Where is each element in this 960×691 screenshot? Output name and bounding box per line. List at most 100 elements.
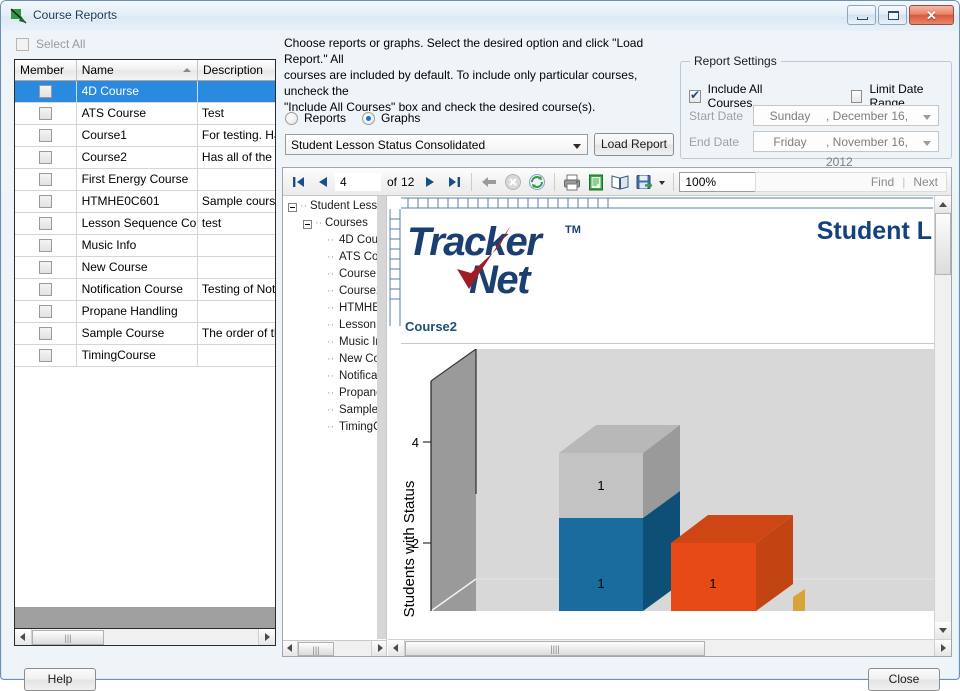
- tree-node-course-2[interactable]: ·· Course1: [283, 268, 386, 285]
- next-page-icon[interactable]: [419, 171, 441, 193]
- radio-reports[interactable]: [285, 111, 298, 125]
- vertical-ruler: [388, 196, 401, 656]
- row-member-checkbox[interactable]: [38, 305, 52, 318]
- select-all-row[interactable]: Select All: [16, 37, 85, 51]
- previous-page-icon[interactable]: [312, 171, 334, 193]
- maximize-button[interactable]: [878, 5, 907, 25]
- table-row[interactable]: Course1For testing. Has: [15, 125, 275, 147]
- table-row[interactable]: Music Info: [15, 235, 275, 257]
- of-label: of: [387, 174, 398, 189]
- table-row[interactable]: First Energy Course: [15, 169, 275, 191]
- table-row[interactable]: New Course: [15, 257, 275, 279]
- tree-node-course-8[interactable]: ·· Notificat: [283, 370, 386, 387]
- row-member-checkbox[interactable]: [38, 349, 52, 362]
- tree-vertical-scrollbar[interactable]: [377, 196, 386, 639]
- tree-node-course-0[interactable]: ·· 4D Cour: [283, 234, 386, 251]
- column-header-member[interactable]: Member: [15, 60, 77, 80]
- row-member-checkbox[interactable]: [38, 283, 52, 296]
- table-row[interactable]: Propane Handling: [15, 301, 275, 323]
- row-member-checkbox[interactable]: [38, 327, 52, 340]
- row-member-checkbox[interactable]: [38, 107, 52, 120]
- radio-graphs[interactable]: [362, 111, 376, 125]
- start-date-chevron-down-icon[interactable]: [923, 115, 931, 120]
- bar-label-2: 1: [597, 576, 604, 591]
- tree-node-course-9[interactable]: ·· Propane: [283, 387, 386, 404]
- tree-node-course-11[interactable]: ·· TimingC: [283, 421, 386, 438]
- report-horizontal-scrollbar[interactable]: ||||: [388, 639, 951, 656]
- report-scroll-left-button[interactable]: [388, 640, 405, 656]
- scroll-left-button[interactable]: [15, 629, 32, 645]
- tree-node-course-10[interactable]: ·· Sample: [283, 404, 386, 421]
- tree-node-course-6[interactable]: ·· Music In: [283, 336, 386, 353]
- export-save-icon[interactable]: [633, 171, 655, 193]
- tree-node-course-5[interactable]: ·· Lesson: [283, 319, 386, 336]
- tree-node-courses[interactable]: ·· Courses: [283, 217, 386, 234]
- column-header-name[interactable]: Name: [77, 60, 198, 80]
- column-header-description[interactable]: Description: [198, 60, 275, 80]
- close-window-button[interactable]: ✕: [909, 5, 954, 25]
- start-date-picker[interactable]: Sunday , December 16, 2012: [753, 105, 939, 143]
- tree-hscroll-thumb[interactable]: |||: [298, 641, 334, 656]
- tree-collapse-icon[interactable]: [288, 203, 297, 212]
- last-page-icon[interactable]: [443, 171, 465, 193]
- table-row[interactable]: 4D Course: [15, 81, 275, 103]
- row-member-checkbox[interactable]: [38, 129, 52, 142]
- report-hscroll-thumb[interactable]: ||||: [405, 640, 705, 656]
- print-icon[interactable]: [561, 171, 583, 193]
- table-row[interactable]: TimingCourse: [15, 345, 275, 367]
- tree-node-course-1[interactable]: ·· ATS Co: [283, 251, 386, 268]
- hscroll-thumb[interactable]: |||: [32, 629, 104, 645]
- load-report-button[interactable]: Load Report: [594, 133, 674, 156]
- tree-node-label: Sample: [339, 404, 378, 416]
- table-row[interactable]: Notification CourseTesting of Notific: [15, 279, 275, 301]
- arrow-right-icon: [378, 644, 383, 652]
- report-select-dropdown[interactable]: Student Lesson Status Consolidated: [285, 134, 588, 155]
- row-member-checkbox[interactable]: [38, 217, 52, 230]
- scroll-right-button[interactable]: [258, 629, 275, 645]
- print-layout-icon[interactable]: [609, 171, 631, 193]
- dialog-body: Select All Member Name Description 4D Co…: [2, 31, 958, 691]
- find-link[interactable]: Find: [871, 175, 894, 189]
- end-date-chevron-down-icon[interactable]: [923, 141, 931, 146]
- tree-scroll-left-button[interactable]: [283, 641, 298, 656]
- course-grid-hscrollbar[interactable]: |||: [14, 629, 276, 646]
- stop-icon[interactable]: [502, 171, 524, 193]
- row-member-checkbox[interactable]: [38, 173, 52, 186]
- table-row[interactable]: Lesson Sequence Coursetest: [15, 213, 275, 235]
- scroll-up-button[interactable]: [935, 196, 951, 213]
- row-member-checkbox[interactable]: [38, 261, 52, 274]
- select-all-checkbox[interactable]: [16, 37, 29, 51]
- table-row[interactable]: Sample CourseThe order of thes: [15, 323, 275, 345]
- row-member-checkbox[interactable]: [38, 195, 52, 208]
- tree-node-root[interactable]: ·· Student Lesson: [283, 200, 386, 217]
- tree-node-course-3[interactable]: ·· Course2: [283, 285, 386, 302]
- row-member-checkbox[interactable]: [38, 85, 52, 98]
- find-next-link[interactable]: Next: [913, 175, 938, 189]
- tree-scroll-right-button[interactable]: [371, 641, 386, 656]
- tree-connector-icon: ··: [300, 200, 308, 212]
- tree-node-course-7[interactable]: ·· New Co: [283, 353, 386, 370]
- tree-horizontal-scrollbar[interactable]: |||: [283, 640, 386, 656]
- row-member-checkbox[interactable]: [38, 239, 52, 252]
- table-row[interactable]: ATS Course Test: [15, 103, 275, 125]
- tree-collapse-icon[interactable]: [303, 220, 312, 229]
- page-setup-icon[interactable]: [585, 171, 607, 193]
- page-number-input[interactable]: 4: [335, 172, 381, 191]
- report-vertical-scrollbar[interactable]: [934, 196, 951, 639]
- refresh-icon[interactable]: [526, 171, 548, 193]
- table-row[interactable]: HTMHE0C601Sample course fo: [15, 191, 275, 213]
- report-scroll-right-button[interactable]: [934, 640, 951, 656]
- scroll-down-button[interactable]: [935, 622, 951, 639]
- export-dropdown-arrow-icon[interactable]: [657, 171, 667, 193]
- minimize-button[interactable]: [847, 5, 876, 25]
- limit-date-range-checkbox[interactable]: [850, 89, 863, 103]
- include-all-courses-checkbox[interactable]: [689, 88, 701, 103]
- end-date-picker[interactable]: Friday , November 16, 2012: [753, 131, 939, 169]
- vscroll-thumb[interactable]: [935, 213, 951, 275]
- back-icon[interactable]: [478, 171, 500, 193]
- table-row[interactable]: Course2Has all of the les: [15, 147, 275, 169]
- row-member-checkbox[interactable]: [38, 151, 52, 164]
- tree-node-course-4[interactable]: ·· HTMHE: [283, 302, 386, 319]
- first-page-icon[interactable]: [288, 171, 310, 193]
- find-bar[interactable]: Find | Next: [755, 172, 947, 192]
